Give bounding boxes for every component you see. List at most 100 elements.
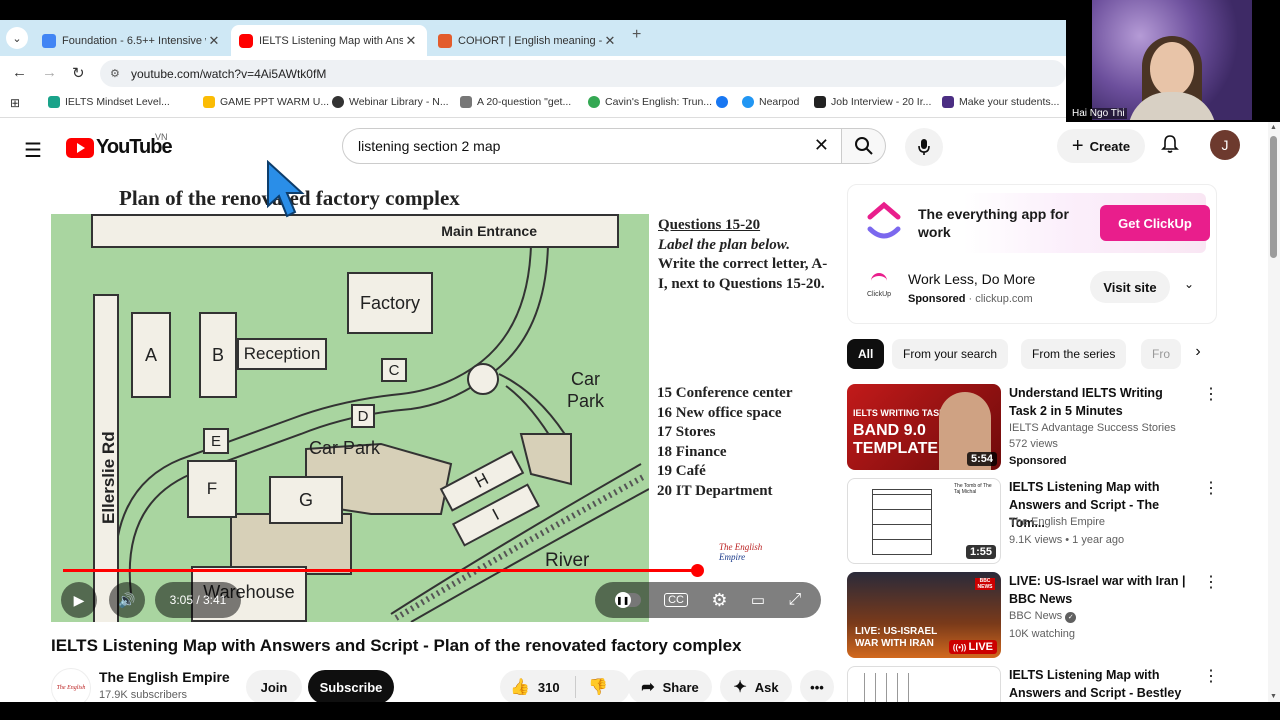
chevron-down-icon[interactable]: ⌄ bbox=[1184, 277, 1194, 291]
voice-search-button[interactable] bbox=[905, 128, 943, 166]
fullscreen-icon[interactable]: ⤢ bbox=[788, 591, 801, 609]
menu-icon[interactable]: ☰ bbox=[24, 138, 42, 163]
more-actions-button[interactable]: ••• bbox=[800, 670, 834, 702]
ask-label: Ask bbox=[754, 679, 779, 695]
bookmark-facebook[interactable] bbox=[716, 96, 733, 108]
clear-search-icon[interactable]: ✕ bbox=[814, 135, 829, 156]
share-button[interactable]: ➦ Share bbox=[628, 670, 712, 702]
forward-button[interactable]: → bbox=[42, 64, 57, 81]
tab-cohort[interactable]: COHORT | English meaning - C ✕ bbox=[430, 25, 626, 56]
video-thumbnail[interactable] bbox=[847, 666, 1001, 702]
tab-strip: ⌄ Foundation - 6.5++ Intensive w ✕ IELTS… bbox=[0, 20, 1066, 56]
subscribe-button[interactable]: Subscribe bbox=[308, 670, 394, 702]
dislike-button[interactable]: 👎 bbox=[576, 677, 608, 697]
microphone-icon bbox=[918, 139, 930, 155]
chip-truncated[interactable]: Fro bbox=[1141, 339, 1181, 369]
site-info-icon[interactable]: ⚙ bbox=[110, 67, 120, 80]
car-park-label: Car Park bbox=[567, 369, 605, 411]
ad-cta-button[interactable]: Get ClickUp bbox=[1100, 205, 1210, 241]
recommendation-item[interactable]: BBC NEWS LIVE: US-ISRAEL WAR WITH IRAN (… bbox=[847, 572, 1219, 660]
channel-name[interactable]: The English Empire bbox=[99, 669, 230, 685]
bookmark-item[interactable]: Make your students... bbox=[942, 96, 1059, 108]
bookmark-icon bbox=[942, 96, 954, 108]
volume-button[interactable]: 🔊 bbox=[109, 582, 145, 618]
more-vert-icon[interactable]: ⋮ bbox=[1203, 572, 1219, 592]
tab-title: IELTS Listening Map with Answ bbox=[259, 34, 403, 47]
miniplayer-icon[interactable]: ▭ bbox=[751, 591, 765, 609]
page-scrollbar[interactable]: ▲ ▼ bbox=[1268, 122, 1280, 702]
bookmark-item[interactable]: IELTS Mindset Level... bbox=[48, 96, 170, 108]
search-button[interactable] bbox=[842, 128, 886, 164]
tab-ielts-listening[interactable]: IELTS Listening Map with Answ ✕ bbox=[231, 25, 427, 56]
country-code: VN bbox=[155, 132, 168, 142]
video-thumbnail[interactable]: BBC NEWS LIVE: US-ISRAEL WAR WITH IRAN (… bbox=[847, 572, 1001, 658]
progress-scrubber[interactable] bbox=[691, 564, 705, 577]
bookmark-icon bbox=[588, 96, 600, 108]
sponsored-label: Sponsored bbox=[908, 293, 966, 305]
bookmark-item[interactable]: A 20-question "get... bbox=[460, 96, 571, 108]
ad-banner[interactable]: The everything app for work Get ClickUp bbox=[860, 193, 1210, 253]
scroll-up-icon[interactable]: ▲ bbox=[1270, 124, 1277, 131]
account-avatar[interactable]: J bbox=[1210, 130, 1240, 160]
notifications-icon[interactable] bbox=[1160, 134, 1180, 159]
apps-button[interactable]: ⊞ bbox=[10, 96, 20, 110]
reception-box: Reception bbox=[237, 338, 327, 370]
video-thumbnail[interactable]: IELTS WRITING TASK 2 BAND 9.0 TEMPLATE 5… bbox=[847, 384, 1001, 470]
duration-badge: 5:54 bbox=[966, 452, 997, 466]
tab-foundation[interactable]: Foundation - 6.5++ Intensive w ✕ bbox=[34, 25, 230, 56]
more-vert-icon[interactable]: ⋮ bbox=[1203, 666, 1219, 686]
autoplay-toggle[interactable]: ❚❚ bbox=[614, 592, 641, 608]
bookmark-label: IELTS Mindset Level... bbox=[65, 96, 170, 108]
chevron-right-icon[interactable]: › bbox=[1183, 343, 1213, 361]
bookmark-item[interactable]: Webinar Library - N... bbox=[332, 96, 449, 108]
grid-icon: ⊞ bbox=[10, 96, 21, 110]
ask-button[interactable]: ✦ Ask bbox=[720, 670, 792, 702]
recommendation-item[interactable]: IELTS Listening Map with Answers and Scr… bbox=[847, 666, 1219, 702]
ad-card[interactable]: The everything app for work Get ClickUp … bbox=[847, 184, 1217, 324]
scroll-down-icon[interactable]: ▼ bbox=[1270, 693, 1277, 700]
bookmark-item[interactable]: Cavin's English: Trun... bbox=[588, 96, 712, 108]
back-button[interactable]: ← bbox=[12, 64, 27, 81]
tab-search-button[interactable]: ⌄ bbox=[6, 27, 28, 49]
bookmark-item[interactable]: GAME PPT WARM U... bbox=[203, 96, 329, 108]
chip-all[interactable]: All bbox=[847, 339, 885, 369]
recommendation-channel: The English Empire bbox=[1009, 516, 1105, 528]
join-button[interactable]: Join bbox=[246, 670, 302, 702]
bookmark-item[interactable]: Nearpod bbox=[742, 96, 799, 108]
progress-bar[interactable] bbox=[63, 564, 821, 577]
like-button[interactable]: 👍 310 bbox=[500, 676, 576, 698]
visit-site-button[interactable]: Visit site bbox=[1090, 271, 1170, 303]
close-icon[interactable]: ✕ bbox=[206, 33, 222, 49]
video-thumbnail[interactable]: The Tomb of The Taj Michal 1:55 bbox=[847, 478, 1001, 564]
play-button[interactable]: ▶ bbox=[61, 582, 97, 618]
sparkle-icon: ✦ bbox=[733, 679, 747, 696]
chip-from-the-series[interactable]: From the series bbox=[1021, 339, 1127, 369]
close-icon[interactable]: ✕ bbox=[403, 33, 419, 49]
advertiser-icon: ClickUp bbox=[864, 273, 894, 303]
plus-icon: + bbox=[632, 26, 642, 43]
new-tab-button[interactable]: + bbox=[632, 26, 641, 44]
live-icon: ((•)) bbox=[952, 643, 969, 652]
bookmark-label: Job Interview - 20 Ir... bbox=[831, 96, 932, 108]
recommendation-item[interactable]: IELTS WRITING TASK 2 BAND 9.0 TEMPLATE 5… bbox=[847, 384, 1219, 472]
bookmark-item[interactable]: Job Interview - 20 Ir... bbox=[814, 96, 931, 108]
search-input[interactable]: listening section 2 map ✕ bbox=[342, 128, 842, 164]
more-vert-icon[interactable]: ⋮ bbox=[1203, 384, 1219, 404]
globe-icon bbox=[332, 96, 344, 108]
reload-button[interactable]: ↻ bbox=[72, 64, 85, 82]
tab-title: Foundation - 6.5++ Intensive w bbox=[62, 34, 206, 47]
more-vert-icon[interactable]: ⋮ bbox=[1203, 478, 1219, 498]
recommendation-item[interactable]: The Tomb of The Taj Michal 1:55 IELTS Li… bbox=[847, 478, 1219, 566]
address-bar[interactable]: ⚙ youtube.com/watch?v=4Ai5AWtk0fM bbox=[100, 60, 1066, 87]
settings-icon[interactable]: ⚙ bbox=[711, 590, 727, 611]
channel-avatar[interactable]: The English bbox=[51, 668, 91, 702]
question-list: 15 Conference center 16 New office space… bbox=[657, 384, 793, 501]
main-entrance-box: Main Entrance bbox=[91, 214, 619, 248]
scroll-thumb[interactable] bbox=[1270, 136, 1277, 258]
close-icon[interactable]: ✕ bbox=[602, 33, 618, 49]
video-player[interactable]: Plan of the renovated factory complex Ma… bbox=[51, 184, 832, 622]
chip-from-your-search[interactable]: From your search bbox=[892, 339, 1009, 369]
subtitles-icon[interactable]: CC bbox=[664, 593, 688, 607]
create-button[interactable]: + Create bbox=[1057, 129, 1145, 163]
bookmark-icon bbox=[460, 96, 472, 108]
